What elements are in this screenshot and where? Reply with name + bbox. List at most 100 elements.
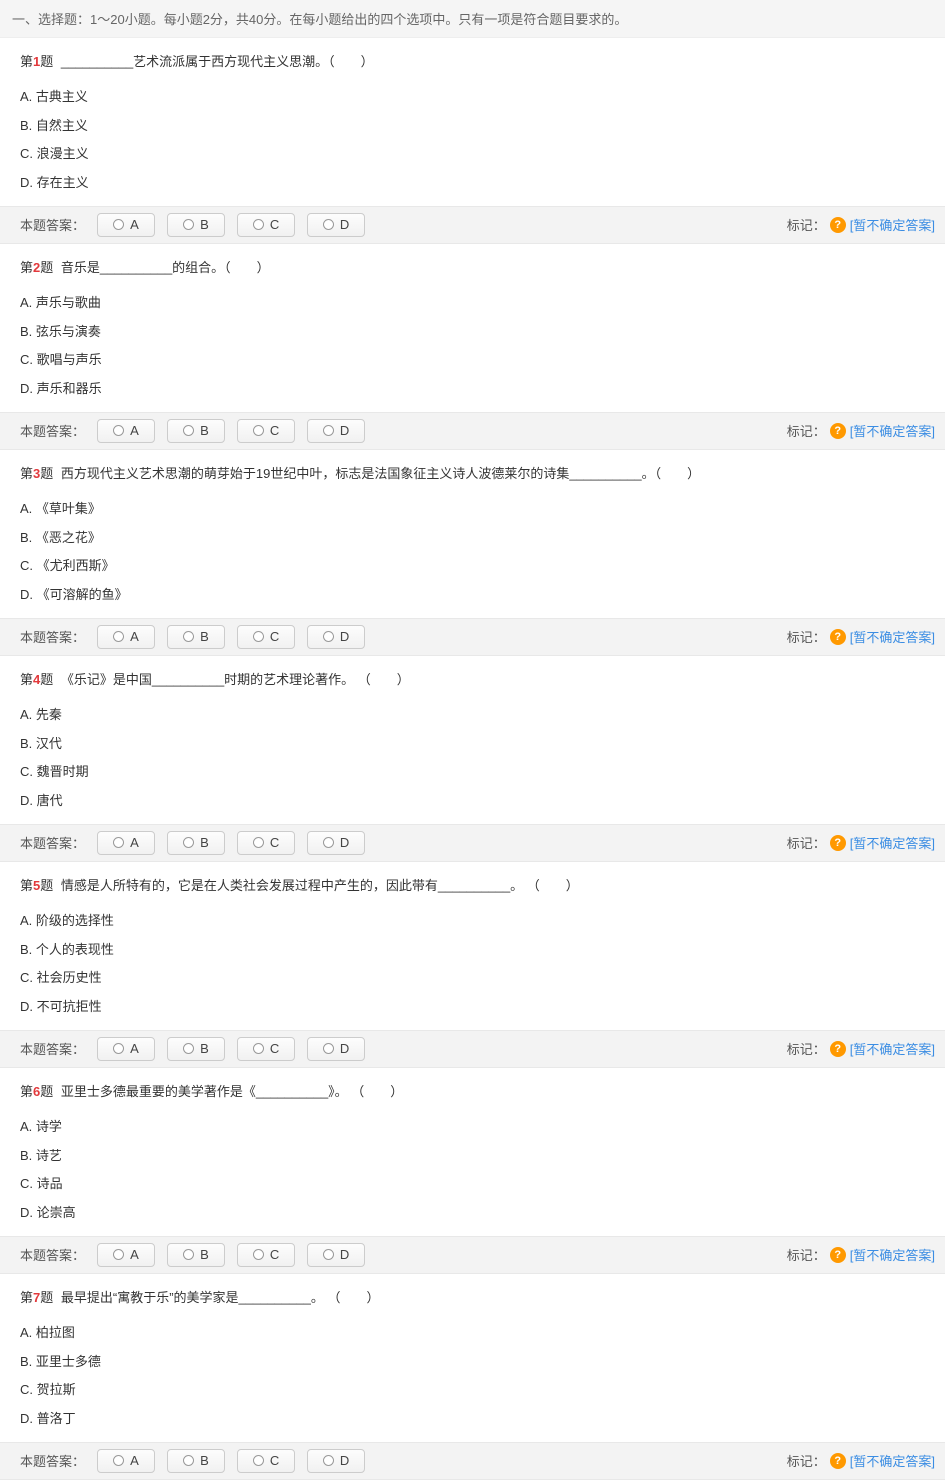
- question-block: 第6题 亚里士多德最重要的美学著作是《__________》。 （ ） A. 诗学…: [0, 1068, 945, 1236]
- radio-icon: [253, 1455, 264, 1466]
- answer-option-c-button[interactable]: C: [237, 1037, 295, 1061]
- answer-right: 标记：?[暂不确定答案]: [787, 833, 935, 852]
- question-block: 第2题 音乐是__________的组合。（ ）A. 声乐与歌曲B. 弦乐与演奏…: [0, 244, 945, 412]
- question-block: 第4题 《乐记》是中国__________时期的艺术理论著作。 （ ）A. 先秦…: [0, 656, 945, 824]
- answer-option-b-button[interactable]: B: [167, 625, 225, 649]
- option-item: B. 亚里士多德: [20, 1348, 925, 1377]
- answer-option-a-button[interactable]: A: [97, 1243, 155, 1267]
- answer-option-a-button[interactable]: A: [97, 213, 155, 237]
- answer-option-label: A: [130, 1041, 139, 1056]
- answer-right: 标记：?[暂不确定答案]: [787, 215, 935, 234]
- answer-option-b-button[interactable]: B: [167, 1449, 225, 1473]
- answer-option-a-button[interactable]: A: [97, 1037, 155, 1061]
- radio-icon: [113, 425, 124, 436]
- help-icon[interactable]: ?: [830, 1247, 846, 1263]
- radio-icon: [253, 425, 264, 436]
- answer-label: 本题答案：: [20, 1451, 85, 1470]
- option-item: B. 《恶之花》: [20, 524, 925, 553]
- uncertain-answer-link[interactable]: [暂不确定答案]: [850, 1039, 935, 1058]
- answer-label: 本题答案：: [20, 1039, 85, 1058]
- question-title: 第3题 西方现代主义艺术思潮的萌芽始于19世纪中叶，标志是法国象征主义诗人波德莱…: [20, 464, 925, 485]
- radio-icon: [113, 631, 124, 642]
- question-title: 第7题 最早提出“寓教于乐”的美学家是__________。 （ ）: [20, 1288, 925, 1309]
- help-icon[interactable]: ?: [830, 835, 846, 851]
- option-item: A. 《草叶集》: [20, 495, 925, 524]
- answer-right: 标记：?[暂不确定答案]: [787, 1451, 935, 1470]
- answer-option-label: D: [340, 217, 349, 232]
- answer-option-label: C: [270, 423, 279, 438]
- answer-option-a-button[interactable]: A: [97, 419, 155, 443]
- uncertain-answer-link[interactable]: [暂不确定答案]: [850, 833, 935, 852]
- options-list: A. 《草叶集》B. 《恶之花》C. 《尤利西斯》D. 《可溶解的鱼》: [20, 495, 925, 610]
- question-suffix: 题: [40, 260, 53, 275]
- answer-option-c-button[interactable]: C: [237, 831, 295, 855]
- option-item: C. 诗品: [20, 1170, 925, 1199]
- question-prefix: 第: [20, 54, 33, 69]
- answer-option-c-button[interactable]: C: [237, 1449, 295, 1473]
- help-icon[interactable]: ?: [830, 1041, 846, 1057]
- answer-option-a-button[interactable]: A: [97, 1449, 155, 1473]
- answer-option-c-button[interactable]: C: [237, 1243, 295, 1267]
- help-icon[interactable]: ?: [830, 217, 846, 233]
- uncertain-answer-link[interactable]: [暂不确定答案]: [850, 627, 935, 646]
- answer-bar: 本题答案：ABCD标记：?[暂不确定答案]: [0, 206, 945, 244]
- answer-left: 本题答案： ABC D: [20, 1449, 365, 1473]
- options-list: A. 诗学B. 诗艺C. 诗品D. 论崇高: [20, 1113, 925, 1228]
- answer-option-label: D: [340, 1453, 349, 1468]
- mark-label: 标记：: [787, 1039, 826, 1058]
- question-prefix: 第: [20, 878, 33, 893]
- radio-icon: [323, 219, 334, 230]
- mark-label: 标记：: [787, 1451, 826, 1470]
- answer-option-c-button[interactable]: C: [237, 419, 295, 443]
- answer-option-d-button[interactable]: D: [307, 625, 365, 649]
- option-item: B. 自然主义: [20, 112, 925, 141]
- question-block: 第3题 西方现代主义艺术思潮的萌芽始于19世纪中叶，标志是法国象征主义诗人波德莱…: [0, 450, 945, 618]
- uncertain-answer-link[interactable]: [暂不确定答案]: [850, 421, 935, 440]
- options-list: A. 古典主义B. 自然主义C. 浪漫主义D. 存在主义: [20, 83, 925, 198]
- question-text: 最早提出“寓教于乐”的美学家是__________。 （ ）: [57, 1290, 379, 1305]
- radio-icon: [113, 1455, 124, 1466]
- answer-option-b-button[interactable]: B: [167, 1037, 225, 1061]
- help-icon[interactable]: ?: [830, 423, 846, 439]
- answer-option-label: D: [340, 423, 349, 438]
- answer-option-c-button[interactable]: C: [237, 625, 295, 649]
- question-suffix: 题: [40, 54, 53, 69]
- radio-icon: [253, 1249, 264, 1260]
- question-prefix: 第: [20, 672, 33, 687]
- answer-option-a-button[interactable]: A: [97, 831, 155, 855]
- uncertain-answer-link[interactable]: [暂不确定答案]: [850, 1451, 935, 1470]
- radio-icon: [183, 1455, 194, 1466]
- option-item: C. 社会历史性: [20, 964, 925, 993]
- option-item: D. 不可抗拒性: [20, 993, 925, 1022]
- answer-label: 本题答案：: [20, 1245, 85, 1264]
- option-item: A. 声乐与歌曲: [20, 289, 925, 318]
- answer-option-c-button[interactable]: C: [237, 213, 295, 237]
- answer-bar: 本题答案：ABCD标记：?[暂不确定答案]: [0, 1236, 945, 1274]
- radio-icon: [323, 1249, 334, 1260]
- answer-option-d-button[interactable]: D: [307, 419, 365, 443]
- question-block: 第7题 最早提出“寓教于乐”的美学家是__________。 （ ）A. 柏拉图…: [0, 1274, 945, 1442]
- question-block: 第1题 __________艺术流派属于西方现代主义思潮。（ ）A. 古典主义B…: [0, 38, 945, 206]
- question-title: 第6题 亚里士多德最重要的美学著作是《__________》。 （ ）: [20, 1082, 925, 1103]
- answer-option-b-button[interactable]: B: [167, 1243, 225, 1267]
- answer-option-b-button[interactable]: B: [167, 831, 225, 855]
- question-suffix: 题: [40, 672, 53, 687]
- answer-option-a-button[interactable]: A: [97, 625, 155, 649]
- answer-option-d-button[interactable]: D: [307, 1449, 365, 1473]
- answer-option-d-button[interactable]: D: [307, 213, 365, 237]
- answer-option-d-button[interactable]: D: [307, 1037, 365, 1061]
- uncertain-answer-link[interactable]: [暂不确定答案]: [850, 1245, 935, 1264]
- help-icon[interactable]: ?: [830, 629, 846, 645]
- answer-label: 本题答案：: [20, 421, 85, 440]
- question-text: 《乐记》是中国__________时期的艺术理论著作。 （ ）: [57, 672, 410, 687]
- help-icon[interactable]: ?: [830, 1453, 846, 1469]
- radio-icon: [323, 631, 334, 642]
- question-suffix: 题: [40, 878, 53, 893]
- uncertain-answer-link[interactable]: [暂不确定答案]: [850, 215, 935, 234]
- answer-option-b-button[interactable]: B: [167, 213, 225, 237]
- answer-option-b-button[interactable]: B: [167, 419, 225, 443]
- radio-icon: [183, 425, 194, 436]
- answer-option-d-button[interactable]: D: [307, 1243, 365, 1267]
- answer-option-d-button[interactable]: D: [307, 831, 365, 855]
- radio-icon: [183, 631, 194, 642]
